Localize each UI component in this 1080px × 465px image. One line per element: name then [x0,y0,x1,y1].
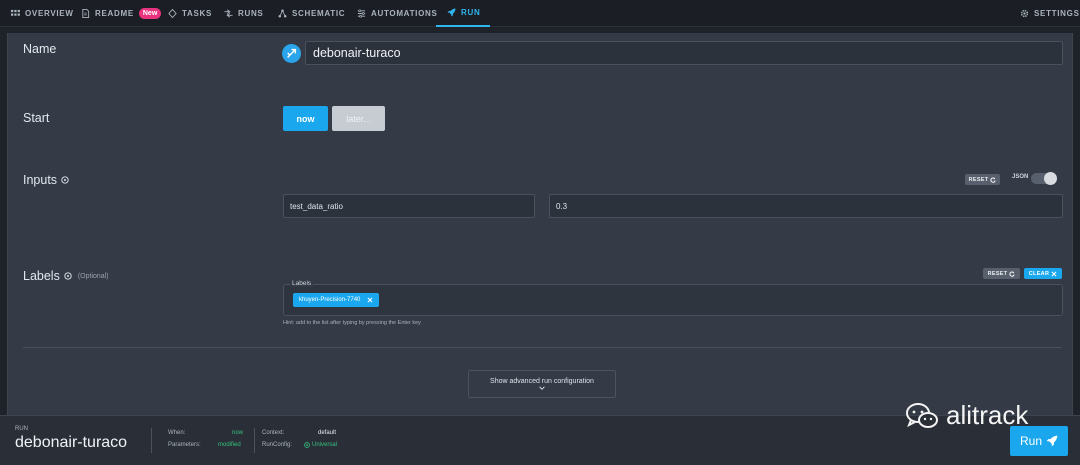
settings-link[interactable]: SETTINGS [1020,0,1080,27]
tab-run[interactable]: RUN [436,0,491,27]
divider [254,428,255,453]
rocket-icon [1046,435,1058,447]
runs-icon [224,9,233,18]
inputs-row-label: Inputs [23,173,69,187]
regenerate-name-icon[interactable] [282,44,301,63]
runconfig-value-text: Universal [312,442,338,448]
top-nav: OVERVIEW README New TASKS RUNS SCHEMATIC… [0,0,1080,27]
refresh-icon [1009,270,1016,277]
tab-overview-label: OVERVIEW [25,9,74,18]
parameters-label: Parameters: [168,442,201,448]
divider [23,347,1061,348]
json-toggle-label: JSON [1012,174,1029,180]
run-button-label: Run [1019,434,1042,448]
tasks-icon [168,9,177,18]
context-value: default [318,430,337,436]
labels-row-label: Labels (Optional) [23,269,109,283]
run-name-input[interactable]: debonair-turaco [305,41,1063,65]
document-icon [82,9,90,18]
tab-tasks[interactable]: TASKS [168,0,212,27]
input-value-field[interactable]: 0.3 [549,194,1063,218]
divider [151,428,152,453]
parameters-value: modified [218,442,241,448]
labels-clear-label: CLEAR [1028,270,1050,277]
automations-icon [357,9,366,18]
label-chip-text: khuyen-Precision-7740 [299,297,361,303]
new-badge: New [138,8,162,19]
schematic-icon [278,9,287,18]
watermark: alitrack [905,400,1028,431]
tab-schematic[interactable]: SCHEMATIC [278,0,345,27]
settings-label: SETTINGS [1034,9,1080,18]
name-row-label: Name [23,42,56,56]
input-key-field[interactable]: test_data_ratio [283,194,535,218]
labels-reset-button[interactable]: RESET [983,268,1020,279]
wechat-icon [906,402,938,428]
inputs-reset-label: RESET [968,176,989,183]
json-toggle-knob [1044,172,1057,185]
name-label: Name [23,42,57,56]
advanced-config-label: Show advanced run configuration [490,378,594,385]
tab-runs[interactable]: RUNS [224,0,263,27]
tab-run-label: RUN [461,8,481,17]
start-row-label: Start [23,111,49,125]
labels-clear-button[interactable]: CLEAR [1024,268,1062,279]
labels-legend: Labels [290,280,314,287]
start-later-button[interactable]: later... [332,106,385,131]
when-label: When: [168,430,186,436]
start-label: Start [23,111,50,125]
run-summary-name: debonair-turaco [15,434,128,451]
run-form-panel: Name debonair-turaco Start now later... … [7,33,1073,415]
tab-readme-label: README [95,9,134,18]
context-label: Context: [262,430,285,436]
labels-input[interactable]: Labels khuyen-Precision-7740 [283,280,1063,316]
run-name-value: debonair-turaco [313,46,401,60]
watermark-text: alitrack [946,400,1029,430]
labels-reset-label: RESET [987,270,1008,277]
info-icon[interactable] [61,176,69,184]
tab-runs-label: RUNS [238,9,264,18]
tab-readme[interactable]: README New [81,0,162,27]
tab-schematic-label: SCHEMATIC [292,9,346,18]
tab-automations-label: AUTOMATIONS [371,9,438,18]
inputs-reset-button[interactable]: RESET [965,174,1000,185]
rocket-icon [447,8,456,17]
labels-optional-note: (Optional) [77,272,109,280]
inputs-label: Inputs [23,173,58,187]
json-toggle[interactable] [1031,172,1057,185]
close-icon [1051,271,1057,276]
tab-automations[interactable]: AUTOMATIONS [357,0,438,27]
when-value: now [232,430,244,436]
runconfig-label: RunConfig: [262,442,293,448]
input-value-value: 0.3 [556,201,568,211]
tab-overview[interactable]: OVERVIEW [11,0,74,27]
advanced-config-button[interactable]: Show advanced run configuration [468,370,616,398]
run-caption: RUN [15,426,28,432]
chevron-down-icon [539,386,545,390]
labels-label: Labels [23,269,60,283]
refresh-icon [990,176,997,183]
grid-icon [11,9,20,16]
runconfig-value: Universal [304,442,337,448]
labels-hint: Hint: add to the list after typing by pr… [283,320,421,326]
gear-icon [1020,9,1029,18]
input-key-value: test_data_ratio [290,201,343,211]
label-chip: khuyen-Precision-7740 [293,293,380,307]
start-now-button[interactable]: now [283,106,328,131]
remove-chip-icon[interactable] [367,297,373,303]
tab-tasks-label: TASKS [182,9,213,18]
universal-icon [304,442,310,448]
info-icon[interactable] [64,272,72,280]
